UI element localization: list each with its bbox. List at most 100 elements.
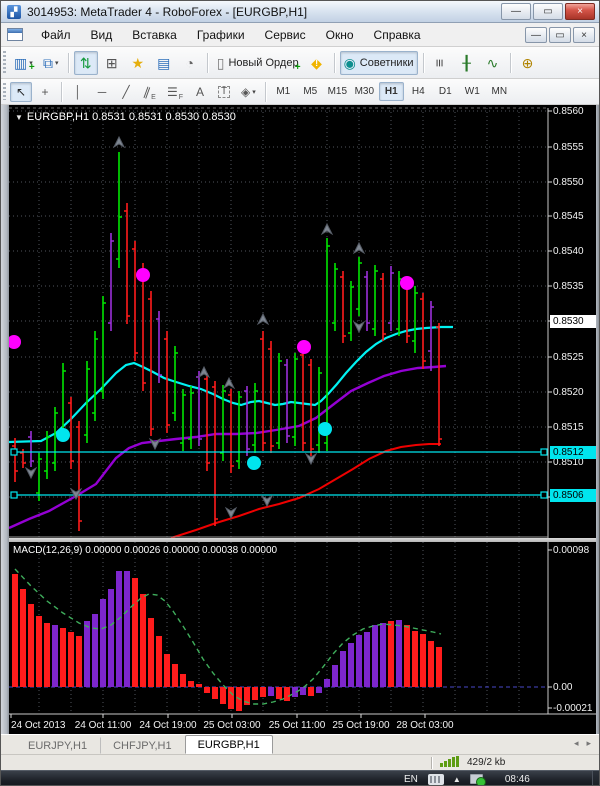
tab-scroll-left-icon[interactable]: ◂ (574, 738, 579, 749)
terminal-button[interactable]: ▤ (152, 51, 176, 75)
profiles-icon: ⧉ (42, 54, 53, 71)
arrows-dropdown-caret-icon[interactable]: ▾ (252, 88, 256, 96)
chart-tab-eurjpy-h1[interactable]: EURJPY,H1 (15, 737, 100, 754)
vertical-line-button[interactable]: │ (67, 82, 89, 102)
standard-toolbar: ▥ + ▾ ⧉ ▾ ⇅ ⊞ ★ ▤ ◔ ▯ + Новый Ордер ◆! ◉ Советники ≡ ╂ ∿ ⊕ (1, 47, 599, 79)
chart-line-icon: ∿ (486, 54, 499, 71)
menu-файл[interactable]: Файл (31, 25, 81, 45)
child-minimize-button[interactable]: — (525, 26, 547, 43)
text-button[interactable]: A (189, 82, 211, 102)
timeframe-mn-button[interactable]: MN (487, 82, 512, 101)
timeframe-h1-button[interactable]: H1 (378, 82, 404, 101)
chart-ohlc-text: EURGBP,H1 0.8531 0.8531 0.8530 0.8530 (26, 111, 236, 123)
timeframe-h4-button[interactable]: H4 (406, 82, 431, 101)
price-tick-label: 0.8515 (553, 422, 584, 433)
market-watch-icon: ⇅ (79, 54, 92, 71)
taskbar[interactable]: EN ▲ 08:46 (1, 770, 599, 785)
text-icon: A (196, 84, 205, 99)
cursor-button[interactable]: ↖ (10, 81, 32, 102)
cursor-icon: ↖ (15, 84, 27, 99)
title-bar[interactable]: ▞ 3014953: MetaTrader 4 - RoboForex - [E… (1, 1, 599, 23)
timeframe-m5-button[interactable]: M5 (298, 82, 323, 101)
line-studies-timeframes-toolbar: ↖ + │ ─ ╱ ∥ E ☰ F A T ◈ ▾ M1 M5 M15 M30 H1 H4 D1 W1 MN (1, 79, 599, 105)
tab-scroll-arrows: ◂ ▸ (574, 738, 591, 749)
zoom-in-button[interactable]: ⊕ (516, 51, 540, 75)
menu-графики[interactable]: Графики (187, 25, 255, 45)
chart-collapse-icon[interactable]: ▼ (15, 113, 23, 122)
chart-tab-eurgbp-h1[interactable]: EURGBP,H1 (184, 735, 273, 754)
left-window-frame (1, 105, 9, 734)
profiles-button[interactable]: ⧉ ▾ (39, 51, 63, 75)
price-tick-label: 0.8525 (553, 352, 584, 363)
timeframe-m1-button[interactable]: M1 (271, 82, 296, 101)
text-label-button[interactable]: T (213, 82, 235, 102)
menu-вставка[interactable]: Вставка (122, 25, 187, 45)
price-tick-label: 0.8550 (553, 177, 584, 188)
status-bar: 429/2 kb (1, 754, 599, 770)
panel-resize-separator[interactable] (1, 538, 599, 542)
chart-bars-button[interactable]: ≡ (429, 51, 453, 75)
strategy-tester-button[interactable]: ◔ (178, 51, 202, 75)
keyboard-icon[interactable] (427, 773, 444, 785)
child-restore-button[interactable]: ▭ (549, 26, 571, 43)
chart-window-icon[interactable] (7, 28, 23, 41)
expert-advisors-label: Советники (359, 56, 414, 69)
menu-сервис[interactable]: Сервис (255, 25, 316, 45)
expert-advisors-button[interactable]: ◉ Советники (339, 50, 418, 75)
terminal-icon: ▤ (157, 54, 171, 71)
chart-line-button[interactable]: ∿ (481, 51, 505, 75)
chart-tab-chfjpy-h1[interactable]: CHFJPY,H1 (100, 737, 184, 754)
menu-окно[interactable]: Окно (316, 25, 364, 45)
toolbar-separator (509, 52, 511, 73)
fibonacci-retracement-icon: ☰ (167, 84, 178, 99)
clock[interactable]: 08:46 (505, 774, 530, 785)
data-window-button[interactable]: ⊞ (100, 51, 124, 75)
network-icon[interactable] (469, 774, 486, 785)
timeframe-d1-button[interactable]: D1 (433, 82, 458, 101)
toolbar-separator (206, 52, 208, 73)
menu-вид[interactable]: Вид (81, 25, 123, 45)
crosshair-button[interactable]: + (34, 82, 56, 102)
chart-symbol-label[interactable]: ▼ EURGBP,H1 0.8531 0.8531 0.8530 0.8530 (15, 111, 236, 123)
time-axis-label: 25 Oct 11:00 (268, 720, 326, 731)
new-order-button[interactable]: ▯ + Новый Ордер (213, 51, 303, 75)
text-label-icon: T (217, 85, 231, 98)
trendline-icon: ╱ (122, 84, 130, 99)
price-tick-label: 0.8520 (553, 387, 584, 398)
fibonacci-retracement-button[interactable]: ☰ F (163, 82, 187, 102)
macd-tick-label: -0.00021 (553, 703, 593, 714)
tab-scroll-right-icon[interactable]: ▸ (586, 738, 591, 749)
timeframe-m30-button[interactable]: M30 (352, 82, 377, 101)
timeframe-m15-button[interactable]: M15 (325, 82, 350, 101)
maximize-button[interactable]: ▭ (533, 3, 563, 20)
strategy-tester-icon: ◔ (185, 54, 194, 71)
new-order-plus-icon: + (294, 61, 301, 73)
arrows-button[interactable]: ◈ ▾ (237, 82, 260, 102)
metaeditor-alert-button[interactable]: ◆! (305, 51, 329, 75)
connection-traffic: 429/2 kb (467, 757, 506, 768)
navigator-button[interactable]: ★ (126, 51, 150, 75)
market-watch-button[interactable]: ⇅ (73, 50, 98, 75)
menu-bar: Файл Вид Вставка Графики Сервис Окно Справка —… (1, 23, 599, 47)
new-chart-button[interactable]: ▥ + ▾ (10, 51, 37, 75)
trendline-button[interactable]: ╱ (115, 82, 137, 102)
horizontal-line-button[interactable]: ─ (91, 82, 113, 102)
toolbar-separator (264, 81, 266, 102)
minimize-button[interactable]: — (501, 3, 531, 20)
equidistant-channel-button[interactable]: ∥ E (139, 82, 161, 102)
show-hidden-icons-arrow[interactable]: ▲ (453, 775, 461, 784)
chart-canvas[interactable] (1, 105, 599, 734)
profiles-dropdown-caret-icon[interactable]: ▾ (55, 59, 59, 67)
toolbar-separator (422, 52, 424, 73)
timeframe-w1-button[interactable]: W1 (460, 82, 485, 101)
menu-справка[interactable]: Справка (364, 25, 431, 45)
macd-tick-label: 0.00098 (553, 545, 590, 556)
language-indicator[interactable]: EN (404, 774, 418, 785)
chart-candlesticks-button[interactable]: ╂ (455, 51, 479, 75)
child-close-button[interactable]: × (573, 26, 595, 43)
chart-tab-bar: EURJPY,H1 CHFJPY,H1 EURGBP,H1 ◂ ▸ (1, 734, 599, 754)
show-desktop-button[interactable] (592, 771, 599, 785)
crosshair-icon: + (41, 84, 49, 99)
close-button[interactable]: × (565, 3, 595, 20)
chart-area[interactable]: ▼ EURGBP,H1 0.8531 0.8531 0.8530 0.8530 M… (1, 105, 599, 734)
